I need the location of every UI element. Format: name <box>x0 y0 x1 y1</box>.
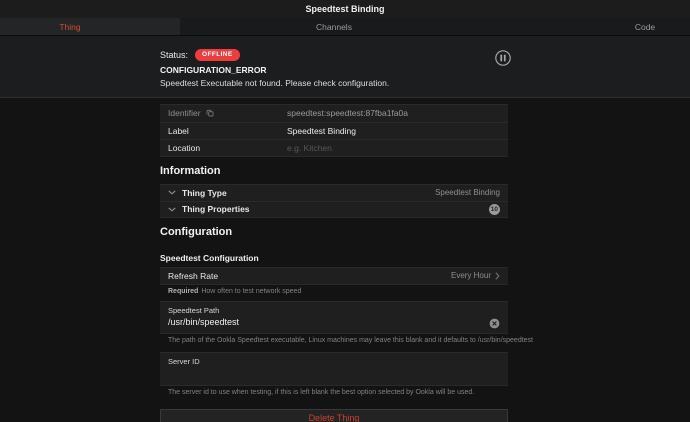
speedtest-path-field[interactable]: Speedtest Path /usr/bin/speedtest <box>160 300 508 334</box>
required-flag: Required <box>168 287 199 295</box>
server-id-label: Server ID <box>168 356 200 366</box>
location-field-label: Location <box>168 142 201 153</box>
status-label: Status: <box>160 49 189 60</box>
status-error-message: Speedtest Executable not found. Please c… <box>160 77 390 88</box>
configuration-heading: Configuration <box>160 225 233 238</box>
pause-circle-icon <box>494 49 512 67</box>
chevron-right-icon <box>495 271 500 280</box>
copy-icon[interactable] <box>206 109 214 117</box>
status-badge: OFFLINE <box>195 49 240 61</box>
thing-fields-list: Identifier speedtest:speedtest:87fba1fa0… <box>160 103 508 157</box>
tab-code[interactable]: Code <box>600 18 690 35</box>
properties-count-badge: 10 <box>488 203 500 215</box>
speedtest-path-label: Speedtest Path <box>168 305 220 315</box>
identifier-row: Identifier speedtest:speedtest:87fba1fa0… <box>160 105 508 122</box>
thing-properties-row[interactable]: Thing Properties 10 <box>160 200 508 217</box>
tab-bar: Thing Channels Code <box>0 18 690 36</box>
delete-thing-button[interactable]: Delete Thing <box>160 408 508 422</box>
location-field-input[interactable]: e.g. Kitchen <box>287 143 332 153</box>
refresh-rate-label: Refresh Rate <box>168 270 219 281</box>
label-field-label: Label <box>168 125 189 136</box>
main-content: Identifier speedtest:speedtest:87fba1fa0… <box>0 97 690 422</box>
identifier-value: speedtest:speedtest:87fba1fa0a <box>287 108 408 118</box>
speedtest-path-input[interactable]: /usr/bin/speedtest <box>168 317 489 327</box>
thing-type-label: Thing Type <box>182 187 227 198</box>
tab-thing[interactable]: Thing <box>0 18 140 35</box>
thing-properties-label: Thing Properties <box>182 204 250 214</box>
server-id-input[interactable] <box>168 368 500 380</box>
information-heading: Information <box>160 164 221 177</box>
refresh-rate-helper: Required How often to test network speed <box>168 287 302 295</box>
label-field-value[interactable]: Speedtest Binding <box>287 126 356 136</box>
refresh-rate-row[interactable]: Refresh Rate Every Hour <box>160 268 508 284</box>
status-row: Status: OFFLINE <box>160 49 508 61</box>
server-id-helper: The server id to use when testing, if th… <box>168 388 475 396</box>
disable-thing-button[interactable] <box>494 49 512 67</box>
status-section: Status: OFFLINE CONFIGURATION_ERROR Spee… <box>0 36 690 98</box>
chevron-down-icon <box>168 206 176 212</box>
thing-type-row[interactable]: Thing Type Speedtest Binding <box>160 185 508 201</box>
thing-details-screen: Speedtest Binding Thing Channels Code St… <box>0 0 690 422</box>
thing-type-value: Speedtest Binding <box>435 188 500 197</box>
status-error-code: CONFIGURATION_ERROR <box>160 64 267 75</box>
information-list: Thing Type Speedtest Binding Thing Prope… <box>160 183 508 218</box>
location-row[interactable]: Location e.g. Kitchen <box>160 138 508 156</box>
tab-channels[interactable]: Channels <box>184 18 484 35</box>
chevron-down-icon <box>168 190 176 195</box>
server-id-field[interactable]: Server ID <box>160 351 508 386</box>
speedtest-path-helper: The path of the Ookla Speedtest executab… <box>168 336 533 344</box>
clear-input-button[interactable] <box>489 317 500 328</box>
identifier-label: Identifier <box>168 108 201 118</box>
page-title: Speedtest Binding <box>305 4 385 14</box>
speedtest-configuration-subheading: Speedtest Configuration <box>160 252 259 263</box>
navbar: Speedtest Binding <box>0 0 690 18</box>
refresh-rate-value: Every Hour <box>450 271 491 280</box>
clear-circle-icon <box>489 318 500 329</box>
label-row[interactable]: Label Speedtest Binding <box>160 121 508 139</box>
